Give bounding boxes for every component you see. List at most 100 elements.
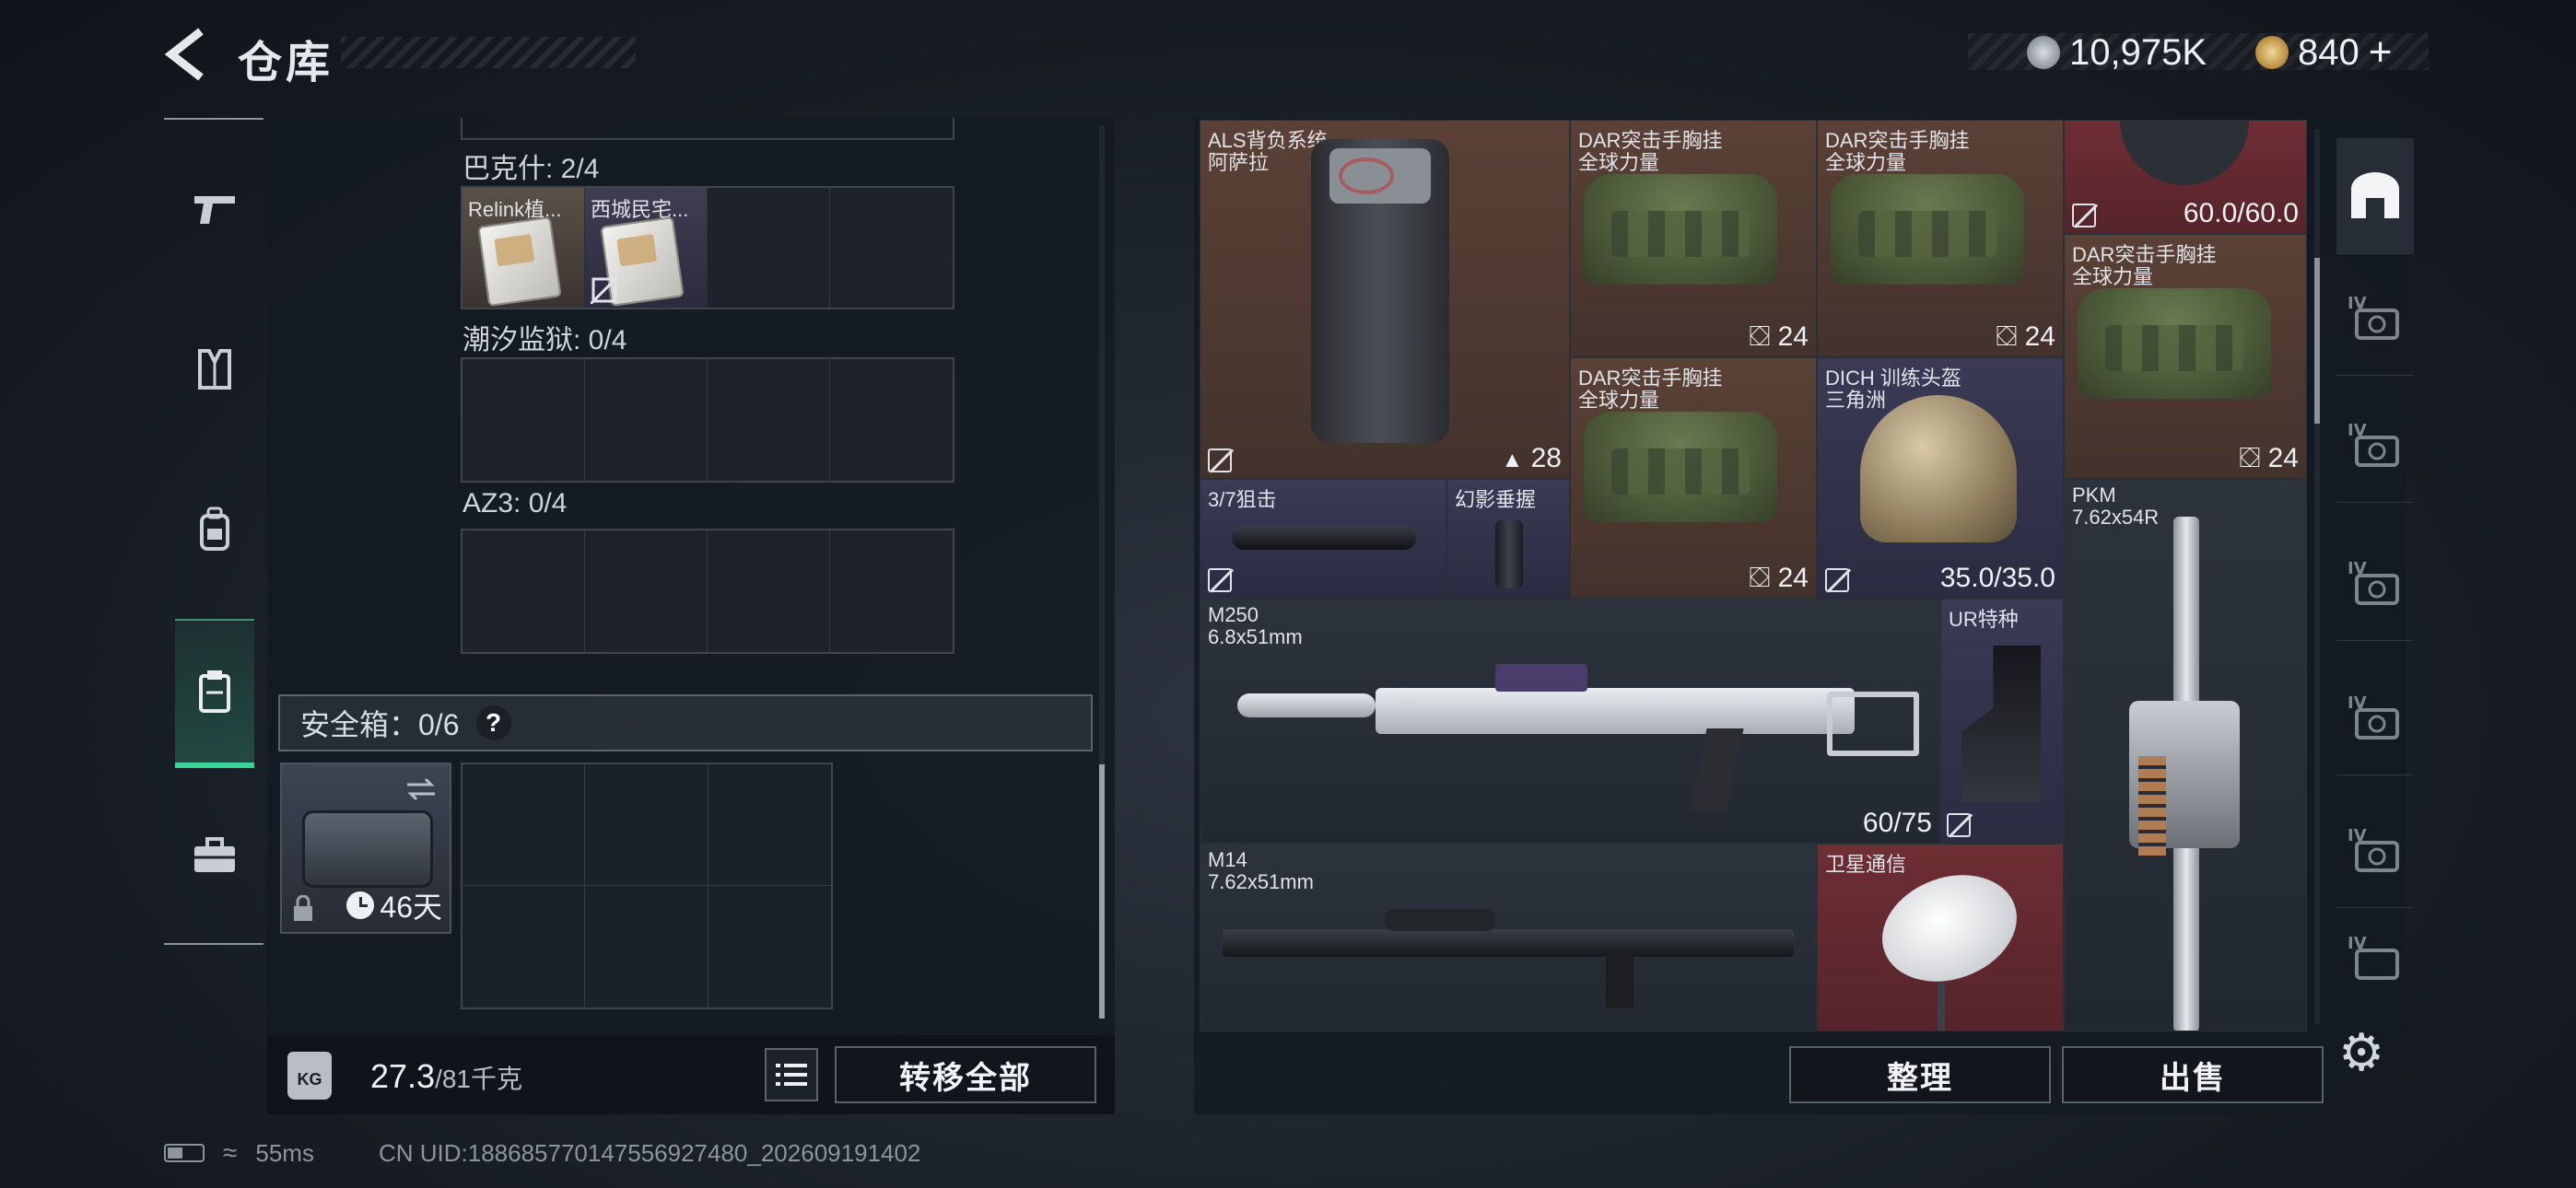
filter-all-bunker[interactable] xyxy=(2336,138,2414,254)
left-scrollbar-thumb[interactable] xyxy=(1099,764,1105,1019)
iv-tag-icon: IV xyxy=(2348,934,2399,980)
list-icon xyxy=(776,1064,807,1086)
safe-box-header: 安全箱：0/6 ? xyxy=(278,694,1093,751)
silver-currency: 10,975K xyxy=(2027,32,2207,73)
section-label-tidal-prison: 潮汐监狱: 0/4 xyxy=(463,325,627,355)
swap-icon[interactable] xyxy=(404,775,439,803)
previous-grid-edge xyxy=(461,118,954,140)
stash-item-dar-vest[interactable]: DAR突击手胸挂 全球力量 ⛋ 24 xyxy=(1570,120,1817,357)
filter-iv-tier[interactable]: IV xyxy=(2336,525,2414,641)
clock-icon xyxy=(346,891,375,919)
silver-coin-icon xyxy=(2027,36,2060,69)
back-arrow-icon[interactable] xyxy=(164,28,206,81)
capacity-value: ⛋ 24 xyxy=(1996,321,2055,352)
capacity-value: ▲ 28 xyxy=(1501,443,1562,473)
backpack-image xyxy=(1311,139,1449,443)
grip-image xyxy=(1495,520,1523,588)
stash-item-satellite-comm[interactable]: 卫星通信 xyxy=(1817,844,2064,1031)
status-footer: ≈ 55ms CN UID:1886857701475569274​80_202… xyxy=(164,1138,920,1168)
help-icon[interactable]: ? xyxy=(475,705,511,740)
stash-scrollbar-thumb[interactable] xyxy=(2314,258,2320,424)
no-insure-icon xyxy=(1825,568,1849,592)
stash-item-helmet[interactable]: 60.0/60.0 xyxy=(2064,120,2307,234)
sell-button[interactable]: 出售 xyxy=(2062,1046,2324,1103)
stash-item-dich-helmet[interactable]: DICH 训练头盔 三角洲 35.0/35.0 xyxy=(1817,357,2064,599)
capacity-value: ⛋ 24 xyxy=(1749,563,1809,593)
sidebar-item-weapons[interactable] xyxy=(175,158,254,260)
add-currency-button[interactable]: + xyxy=(2369,29,2393,76)
safe-case-icon xyxy=(302,810,433,888)
title-stripe xyxy=(341,37,636,68)
gold-currency[interactable]: 840 + xyxy=(2255,29,2392,75)
transfer-all-button[interactable]: 转移全部 xyxy=(835,1046,1096,1103)
pistol-icon xyxy=(194,196,235,224)
container-item[interactable]: Relink植... xyxy=(463,188,585,308)
stash-item-scope[interactable]: 3/7狙击 xyxy=(1200,479,1446,599)
iv-tag-icon: IV xyxy=(2348,826,2399,872)
no-insure-icon xyxy=(1947,813,1971,837)
expiry-badge: 46天 xyxy=(346,884,442,926)
rifle-image xyxy=(1223,929,1794,957)
stash-item-dar-vest[interactable]: DAR突击手胸挂 全球力量 ⛋ 24 xyxy=(2064,234,2307,479)
filter-iv-tier[interactable]: IV xyxy=(2336,921,2414,995)
bunker-icon xyxy=(2351,171,2399,218)
stash-item-m14[interactable]: M14 7.62x51mm xyxy=(1200,844,1817,1031)
stash-item-als-backpack[interactable]: ALS背负系统 阿萨拉 ▲ 28 xyxy=(1200,120,1570,479)
clipboard-icon xyxy=(199,670,230,713)
silver-amount: 10,975K xyxy=(2069,31,2207,73)
chest-rig-image xyxy=(1584,412,1777,522)
durability-value: 60.0/60.0 xyxy=(2183,198,2299,228)
container-item[interactable]: 西城民宅... xyxy=(585,188,708,308)
weight-max: /81千克 xyxy=(435,1065,523,1093)
stash-item-grip[interactable]: 幻影垂握 xyxy=(1446,479,1570,599)
stock-image xyxy=(1961,646,2041,802)
stash-item-dar-vest[interactable]: DAR突击手胸挂 全球力量 ⛋ 24 xyxy=(1570,357,1817,599)
weight-icon: KG xyxy=(287,1052,332,1100)
stash-item-pkm[interactable]: PKM 7.62x54R xyxy=(2064,479,2307,1031)
gold-coin-icon xyxy=(2255,36,2289,69)
chest-rig-image xyxy=(1831,174,2024,285)
gold-amount: 840 xyxy=(2298,31,2359,73)
vest-icon xyxy=(198,349,231,390)
satellite-dish-image xyxy=(1867,856,2032,1000)
keycard-icon xyxy=(477,215,562,308)
settings-gear-icon[interactable]: ⚙ xyxy=(2338,1022,2384,1083)
iv-tag-icon: IV xyxy=(2348,294,2399,340)
stash-item-stock[interactable]: UR特种 xyxy=(1940,599,2064,844)
container-grid-bakesh: Relink植... 西城民宅... xyxy=(461,186,954,309)
no-insure-icon xyxy=(591,276,618,304)
helmet-image xyxy=(2120,121,2249,185)
page-title: 仓库 xyxy=(238,39,334,87)
lock-icon xyxy=(294,895,312,921)
backpack-icon xyxy=(200,507,229,551)
no-insure-icon xyxy=(2072,204,2096,227)
capacity-value: ⛋ 24 xyxy=(1749,321,1809,352)
sidebar-item-containers[interactable] xyxy=(175,619,254,768)
stash-item-dar-vest[interactable]: DAR突击手胸挂 全球力量 ⛋ 24 xyxy=(1817,120,2064,357)
no-insure-icon xyxy=(1208,568,1232,592)
stash-grid: ALS背负系统 阿萨拉 ▲ 28 DAR突击手胸挂 全球力量 ⛋ 24 DAR突… xyxy=(1200,120,2307,1031)
sidebar-item-armor[interactable] xyxy=(175,319,254,420)
organize-button[interactable]: 整理 xyxy=(1789,1046,2051,1103)
iv-tag-icon: IV xyxy=(2348,421,2399,467)
durability-value: 35.0/35.0 xyxy=(1939,563,2055,593)
stash-item-m250[interactable]: M250 6.8x51mm 60/75 xyxy=(1200,599,1940,844)
filter-iv-tier[interactable]: IV xyxy=(2336,659,2414,775)
container-grid-az3 xyxy=(461,529,954,654)
filter-iv-tier[interactable]: IV xyxy=(2336,387,2414,503)
scope-image xyxy=(1232,526,1416,550)
section-label-bakesh: 巴克什: 2/4 xyxy=(463,154,600,184)
list-view-button[interactable] xyxy=(765,1048,818,1101)
helmet-image xyxy=(1860,395,2017,542)
safe-box-grid xyxy=(461,763,833,1009)
safe-box-item[interactable]: 46天 xyxy=(280,763,451,934)
chest-rig-image xyxy=(1584,174,1777,285)
sidebar-item-toolbox[interactable] xyxy=(175,805,254,906)
filter-iv-tier[interactable]: IV xyxy=(2336,792,2414,908)
wifi-icon: ≈ xyxy=(223,1138,238,1167)
section-label-az3: AZ3: 0/4 xyxy=(463,488,568,518)
ammo-count: 60/75 xyxy=(1862,808,1932,838)
uid-text: CN UID:1886857701475569274​80_2026091914… xyxy=(378,1138,921,1167)
filter-iv-tier[interactable]: IV xyxy=(2336,260,2414,376)
sidebar-item-backpack[interactable] xyxy=(175,479,254,580)
